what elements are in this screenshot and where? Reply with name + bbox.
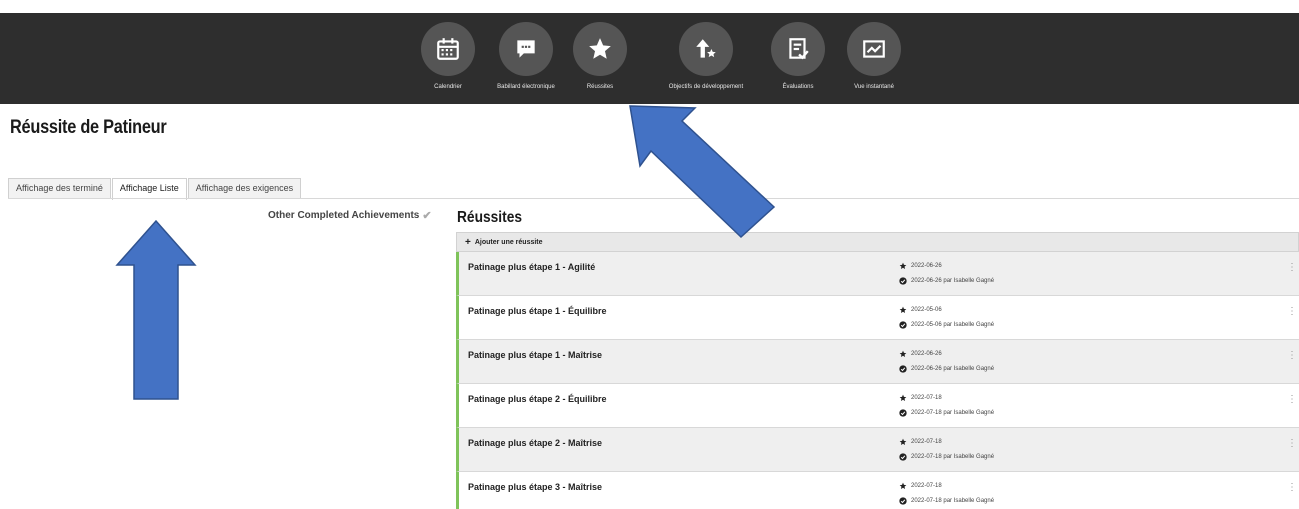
view-tabs: Affichage des terminé Affichage Liste Af… [8, 178, 302, 200]
nav-development-goals[interactable]: Objectifs de développement [656, 22, 756, 90]
achievement-name: Patinage plus étape 1 - Agilité [468, 262, 596, 272]
achievement-completed-text: 2022-05-06 par Isabelle Gagné [911, 322, 995, 328]
achievement-date: 2022-07-18 [899, 438, 942, 446]
check-icon: ✔ [422, 210, 432, 222]
achievement-date: 2022-06-26 [899, 262, 942, 270]
item-menu-icon[interactable]: ⋮ [1287, 306, 1297, 317]
achievement-name: Patinage plus étape 1 - Maîtrise [468, 350, 603, 360]
achievement-completed-by: 2022-07-18 par Isabelle Gagné [899, 453, 994, 461]
main-nav: Calendrier Babillard électronique Réussi… [420, 22, 902, 90]
evaluation-icon [771, 22, 825, 76]
item-menu-icon[interactable]: ⋮ [1287, 394, 1297, 405]
achievement-completed-text: 2022-07-18 par Isabelle Gagné [911, 498, 995, 504]
top-navigation-bar: Calendrier Babillard électronique Réussi… [0, 0, 1299, 104]
achievement-completed-text: 2022-06-26 par Isabelle Gagné [911, 278, 995, 284]
nav-message-board[interactable]: Babillard électronique [486, 22, 566, 90]
achievement-completed-by: 2022-06-26 par Isabelle Gagné [899, 365, 994, 373]
check-circle-icon [899, 365, 907, 373]
nav-label: Évaluations [782, 84, 814, 90]
achievement-date-text: 2022-06-26 [911, 351, 942, 357]
add-achievement-button[interactable]: + Ajouter une réussite [456, 232, 1299, 252]
achievements-list: Patinage plus étape 1 - Agilité 2022-06-… [456, 252, 1299, 509]
check-circle-icon [899, 497, 907, 505]
other-completed-label: Other Completed Achievements [268, 210, 420, 221]
achievement-completed-by: 2022-07-18 par Isabelle Gagné [899, 497, 994, 505]
list-item[interactable]: Patinage plus étape 2 - Maîtrise 2022-07… [456, 428, 1299, 472]
nav-label: Vue instantané [854, 84, 894, 90]
nav-snapshot[interactable]: Vue instantané [846, 22, 902, 90]
page-title: Réussite de Patineur [10, 117, 167, 138]
achievement-date: 2022-07-18 [899, 482, 942, 490]
achievement-name: Patinage plus étape 3 - Maîtrise [468, 482, 603, 492]
other-completed-achievements[interactable]: Other Completed Achievements ✔ [268, 209, 432, 222]
star-icon [899, 438, 907, 445]
list-item[interactable]: Patinage plus étape 1 - Agilité 2022-06-… [456, 252, 1299, 296]
achievement-date-text: 2022-07-18 [911, 395, 942, 401]
nav-label: Objectifs de développement [668, 84, 744, 90]
achievement-date: 2022-05-06 [899, 306, 942, 314]
item-menu-icon[interactable]: ⋮ [1287, 350, 1297, 361]
achievement-date: 2022-07-18 [899, 394, 942, 402]
tab-requirements-view[interactable]: Affichage des exigences [187, 178, 302, 199]
check-circle-icon [899, 277, 907, 285]
chart-icon [847, 22, 901, 76]
achievement-name: Patinage plus étape 2 - Maîtrise [468, 438, 603, 448]
annotation-arrow-diagonal [629, 105, 776, 239]
item-menu-icon[interactable]: ⋮ [1287, 482, 1297, 493]
achievement-name: Patinage plus étape 1 - Équilibre [468, 306, 607, 316]
plus-icon: + [465, 236, 471, 248]
check-circle-icon [899, 321, 907, 329]
tab-list-view[interactable]: Affichage Liste [111, 178, 187, 200]
achievement-date-text: 2022-05-06 [911, 307, 942, 313]
tabs-divider [8, 198, 1299, 199]
achievement-completed-text: 2022-06-26 par Isabelle Gagné [911, 366, 995, 372]
tab-completed-view[interactable]: Affichage des terminé [8, 178, 111, 199]
star-icon [899, 394, 907, 401]
achievement-completed-text: 2022-07-18 par Isabelle Gagné [911, 410, 995, 416]
star-icon [899, 262, 907, 269]
list-item[interactable]: Patinage plus étape 3 - Maîtrise 2022-07… [456, 472, 1299, 509]
list-item[interactable]: Patinage plus étape 1 - Maîtrise 2022-06… [456, 340, 1299, 384]
check-circle-icon [899, 409, 907, 417]
achievement-date-text: 2022-07-18 [911, 483, 942, 489]
list-item[interactable]: Patinage plus étape 2 - Équilibre 2022-0… [456, 384, 1299, 428]
achievement-completed-by: 2022-07-18 par Isabelle Gagné [899, 409, 994, 417]
achievement-date-text: 2022-06-26 [911, 263, 942, 269]
item-menu-icon[interactable]: ⋮ [1287, 438, 1297, 449]
achievement-name: Patinage plus étape 2 - Équilibre [468, 394, 607, 404]
arrow-up-star-icon [679, 22, 733, 76]
add-achievement-label: Ajouter une réussite [474, 238, 543, 246]
achievements-section-title: Réussites [457, 209, 523, 226]
nav-label: Réussites [586, 84, 614, 90]
achievement-completed-by: 2022-05-06 par Isabelle Gagné [899, 321, 994, 329]
star-icon [899, 350, 907, 357]
nav-label: Calendrier [434, 84, 462, 90]
calendar-icon [421, 22, 475, 76]
star-icon [899, 306, 907, 313]
check-circle-icon [899, 453, 907, 461]
star-icon [573, 22, 627, 76]
achievement-date: 2022-06-26 [899, 350, 942, 358]
nav-calendar[interactable]: Calendrier [420, 22, 476, 90]
nav-label: Babillard électronique [497, 84, 555, 90]
achievement-completed-by: 2022-06-26 par Isabelle Gagné [899, 277, 994, 285]
nav-achievements[interactable]: Réussites [572, 22, 628, 90]
achievement-date-text: 2022-07-18 [911, 439, 942, 445]
message-board-icon [499, 22, 553, 76]
annotation-arrow-up [115, 219, 197, 400]
list-item[interactable]: Patinage plus étape 1 - Équilibre 2022-0… [456, 296, 1299, 340]
item-menu-icon[interactable]: ⋮ [1287, 262, 1297, 273]
nav-evaluations[interactable]: Évaluations [770, 22, 826, 90]
star-icon [899, 482, 907, 489]
achievement-completed-text: 2022-07-18 par Isabelle Gagné [911, 454, 995, 460]
